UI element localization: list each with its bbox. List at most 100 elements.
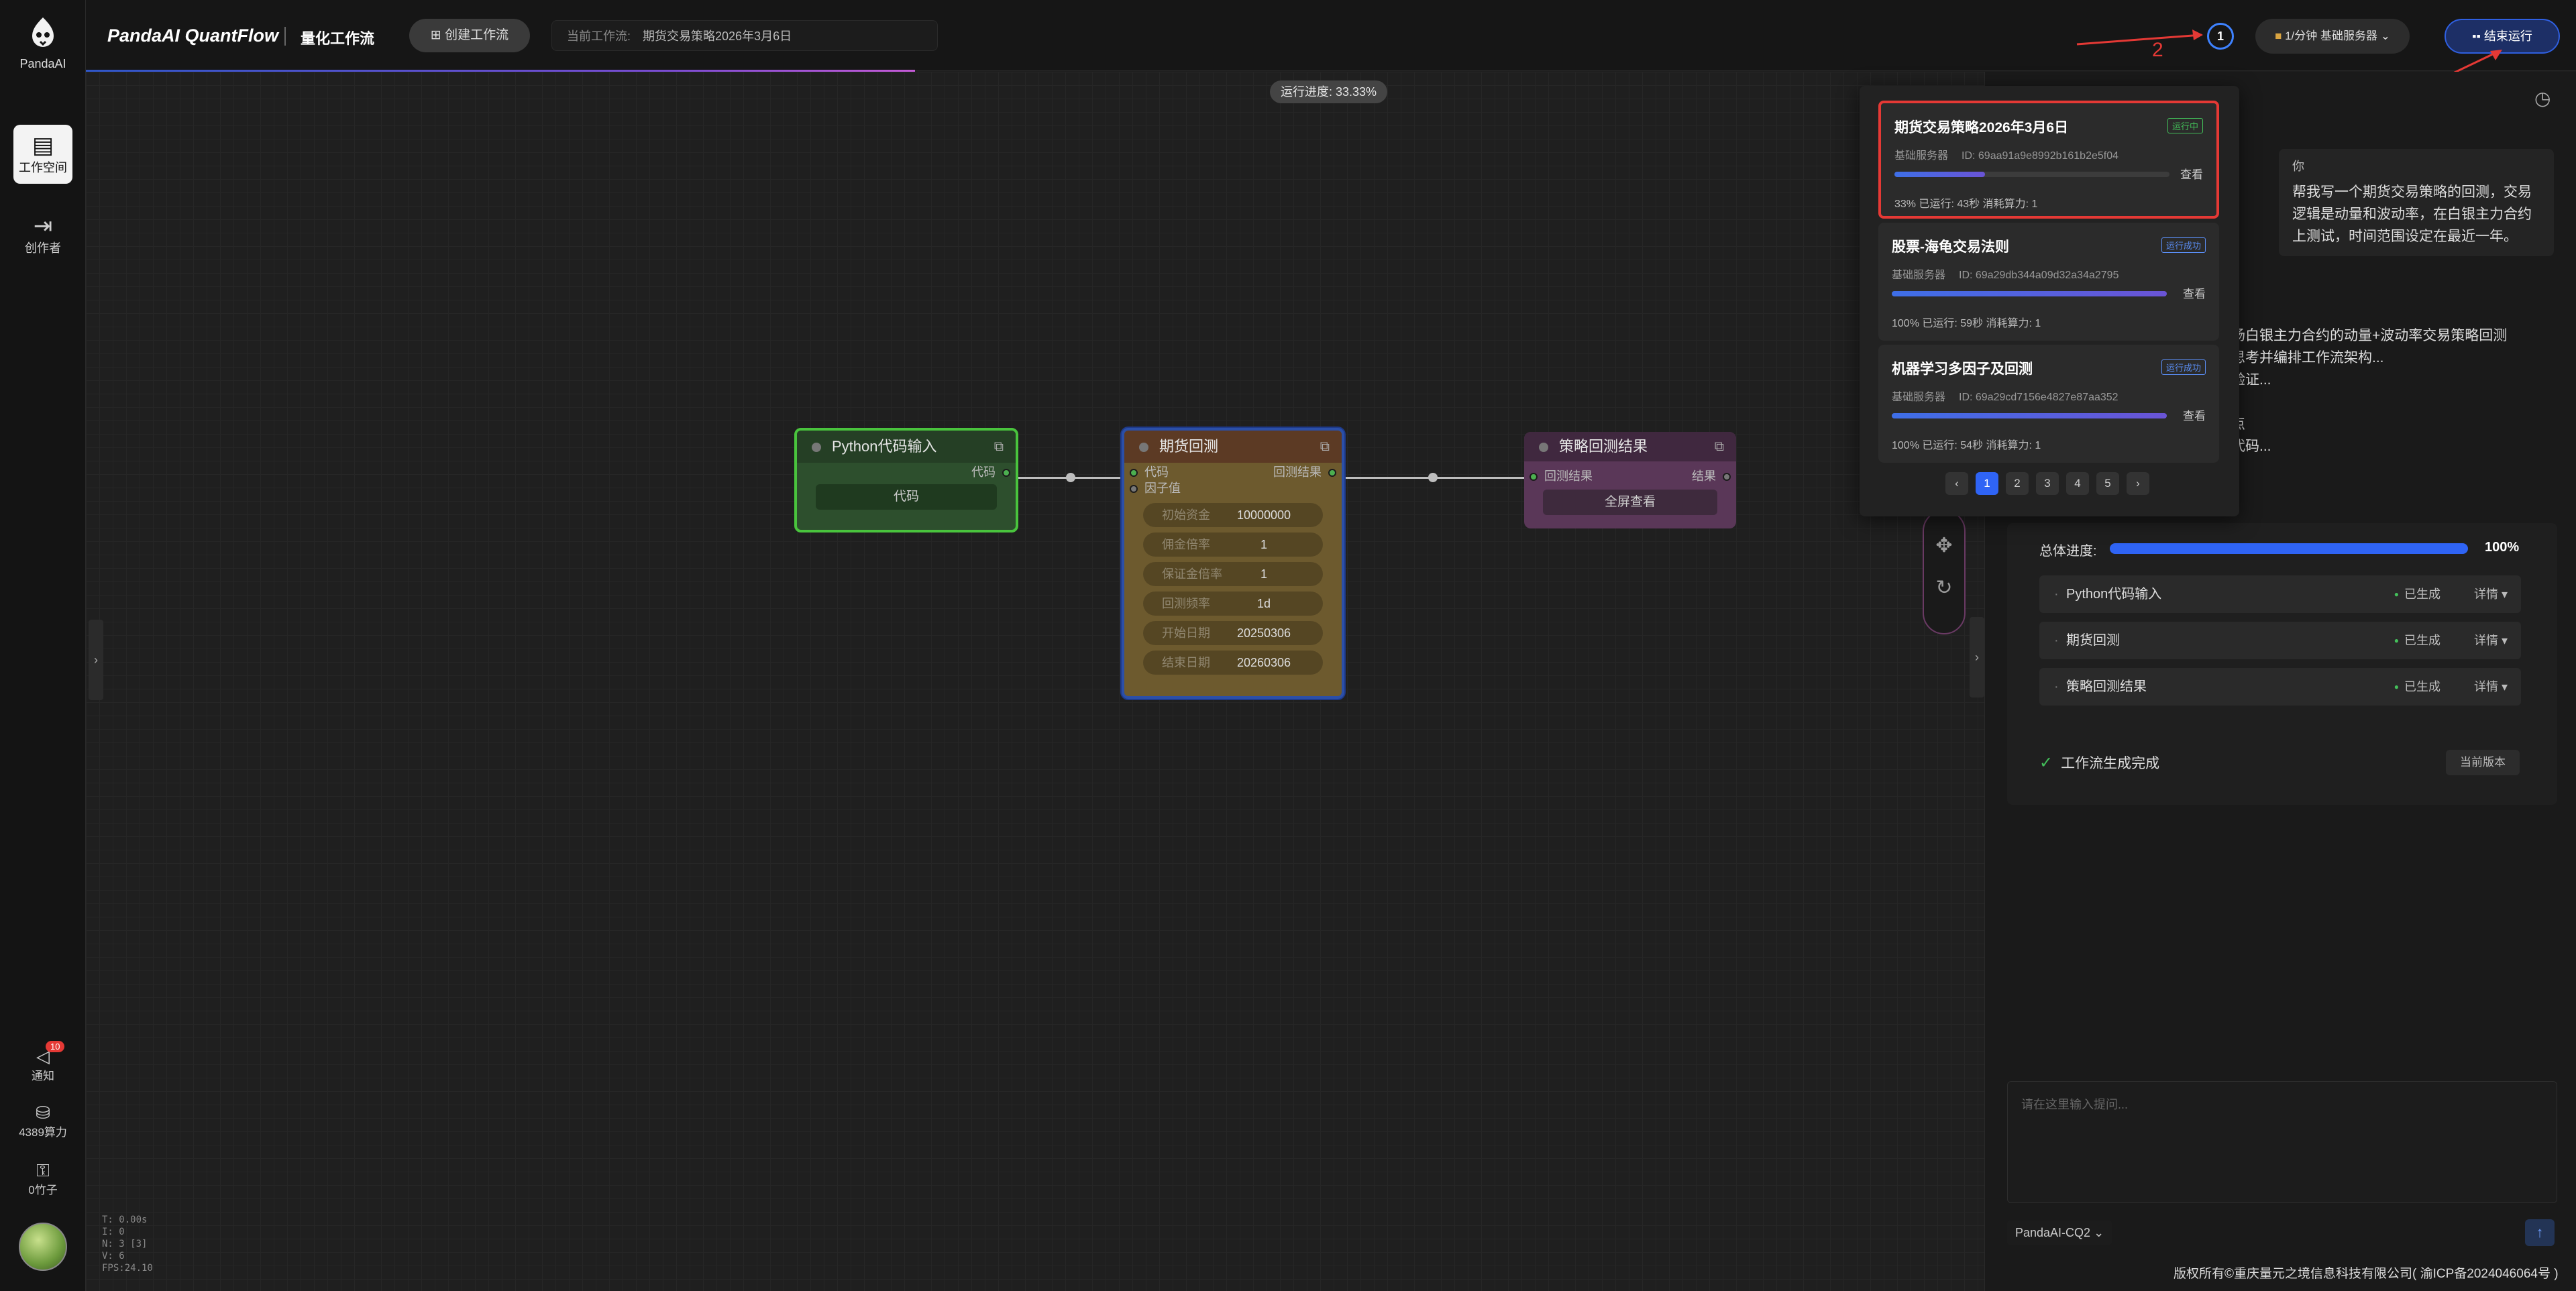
sidebar-item-label: 工作空间 [19, 161, 67, 174]
sidebar-item-compute[interactable]: ⛁ 4389算力 [0, 1103, 86, 1139]
check-icon: ✓ [2039, 754, 2053, 772]
page-button[interactable]: 3 [2036, 472, 2059, 495]
param-field[interactable]: 回测频率 1d [1143, 592, 1323, 616]
output-port[interactable] [1328, 469, 1336, 477]
param-value[interactable]: 1 [1224, 532, 1304, 557]
param-field[interactable]: 结束日期 20260306 [1143, 651, 1323, 675]
task-id: ID: 69a29db344a09d32a34a2795 [1959, 270, 2119, 281]
param-value[interactable]: 1 [1224, 562, 1304, 586]
param-field[interactable]: 初始资金 10000000 [1143, 503, 1323, 527]
overall-progress-value: 100% [2485, 540, 2520, 555]
sidebar-item-workspace[interactable]: ▤ 工作空间 [13, 125, 72, 184]
step-row[interactable]: · 策略回测结果 已生成详情 ▾ [2039, 668, 2521, 706]
next-page-button[interactable]: › [2127, 472, 2149, 495]
model-label: PandaAI-CQ2 [2015, 1226, 2091, 1239]
param-value[interactable]: 20260306 [1224, 651, 1304, 675]
database-icon: ⛁ [36, 1103, 50, 1123]
workflow-canvas[interactable] [86, 72, 1984, 1291]
port-row: 代码 [797, 463, 1016, 482]
logo[interactable]: PandaAI [9, 15, 76, 71]
sidebar-item-notify[interactable]: ◁ 10 通知 [0, 1041, 86, 1083]
page-button[interactable]: 2 [2006, 472, 2029, 495]
input-port-code[interactable] [1130, 469, 1138, 477]
history-icon[interactable]: ◷ [2534, 87, 2551, 109]
param-field[interactable]: 开始日期 20250306 [1143, 621, 1323, 645]
view-button[interactable]: 查看 [2183, 406, 2206, 423]
ai-line [2217, 391, 2566, 413]
task-stats: 100% 已运行: 59秒 消耗算力: 1 [1892, 318, 2041, 329]
task-title: 机器学习多因子及回测 [1892, 361, 2033, 377]
page-button[interactable]: 4 [2066, 472, 2089, 495]
task-server: 基础服务器 [1894, 150, 1949, 162]
prev-page-button[interactable]: ‹ [1945, 472, 1968, 495]
current-version-button[interactable]: 当前版本 [2446, 750, 2520, 775]
current-workflow-field[interactable]: 当前工作流: 期货交易策略2026年3月6日 [551, 20, 938, 51]
task-meta: 基础服务器 ID: 69a29cd7156e4827e87aa352 [1892, 388, 2206, 404]
reroute-point[interactable] [1066, 473, 1075, 482]
create-workflow-button[interactable]: ⊞ 创建工作流 [409, 19, 530, 52]
task-card[interactable]: 股票-海龟交易法则 运行成功 基础服务器 ID: 69a29db344a09d32a3… [1878, 223, 2219, 341]
task-card[interactable]: 期货交易策略2026年3月6日 运行中 基础服务器 ID: 69aa91a9e8992… [1878, 101, 2219, 219]
create-workflow-label: 创建工作流 [445, 28, 509, 42]
end-run-button[interactable]: ▪▪ 结束运行 [2445, 19, 2560, 54]
task-progress-fill [1894, 172, 1986, 177]
edit-icon[interactable]: ⧉ [1320, 431, 1330, 463]
node-header[interactable]: Python代码输入 ⧉ [797, 431, 1016, 463]
edit-icon[interactable]: ⧉ [1715, 432, 1724, 461]
input-port[interactable] [1529, 473, 1538, 481]
node-header[interactable]: 期货回测 ⧉ [1124, 431, 1342, 463]
param-value[interactable]: 1d [1224, 592, 1304, 616]
step-detail-toggle[interactable]: 详情 ▾ [2474, 622, 2508, 659]
send-button[interactable]: ↑ [2525, 1219, 2555, 1246]
sidebar-item-coins[interactable]: ⚿ 0竹子 [0, 1160, 86, 1197]
node-python-input[interactable]: Python代码输入 ⧉ 代码 代码 [794, 428, 1018, 532]
output-port[interactable] [1723, 473, 1731, 481]
server-select[interactable]: ■ 1/分钟 基础服务器 ⌄ [2255, 19, 2410, 54]
right-collapse-toggle[interactable]: › [1970, 617, 1984, 697]
view-button[interactable]: 查看 [2180, 165, 2203, 182]
user-label: 你 [2292, 160, 2304, 173]
step-detail-toggle[interactable]: 详情 ▾ [2474, 668, 2508, 706]
node-header[interactable]: 策略回测结果 ⧉ [1524, 432, 1736, 461]
sidebar-item-creator[interactable]: ⇥ 创作者 [13, 205, 72, 264]
ai-line: 功验证... [2217, 372, 2271, 388]
code-button[interactable]: 代码 [816, 484, 997, 510]
top-bar: PandaAI QuantFlow 量化工作流 ⊞ 创建工作流 当前工作流: 期货… [86, 0, 2576, 71]
chevron-right-icon: › [94, 653, 98, 667]
port-row: 因子值 [1124, 479, 1342, 498]
move-icon[interactable]: ✥ [1924, 511, 1964, 557]
overall-progress-label: 总体进度: [2039, 544, 2097, 559]
param-value[interactable]: 20250306 [1224, 621, 1304, 645]
page-button[interactable]: 1 [1976, 472, 1998, 495]
running-tasks-button[interactable]: 1 [2207, 23, 2234, 50]
param-field[interactable]: 保证金倍率 1 [1143, 562, 1323, 586]
reroute-point[interactable] [1428, 473, 1438, 482]
left-collapse-toggle[interactable]: › [89, 620, 103, 700]
task-card[interactable]: 机器学习多因子及回测 运行成功 基础服务器 ID: 69a29cd7156e4827e… [1878, 345, 2219, 463]
edit-icon[interactable]: ⧉ [994, 431, 1004, 463]
step-row[interactable]: · Python代码输入 已生成详情 ▾ [2039, 575, 2521, 613]
model-select[interactable]: PandaAI-CQ2 ⌄ [2007, 1221, 2112, 1245]
page-button[interactable]: 5 [2096, 472, 2119, 495]
annotation-label-2: 2 [2152, 39, 2163, 61]
step-row[interactable]: · 期货回测 已生成详情 ▾ [2039, 622, 2521, 659]
node-futures-backtest[interactable]: 期货回测 ⧉ 代码 回测结果 因子值 初始资金 10000000 佣金倍率 1 保证金倍… [1122, 428, 1344, 699]
refresh-icon[interactable]: ↻ [1924, 557, 1964, 600]
chat-input[interactable]: 请在这里输入提问... [2007, 1081, 2557, 1203]
input-port-factor[interactable] [1130, 485, 1138, 493]
avatar[interactable] [19, 1223, 67, 1271]
param-field[interactable]: 佣金倍率 1 [1143, 532, 1323, 557]
ai-line: 市场白银主力合约的动量+波动率交易策略回测 [2217, 328, 2508, 343]
current-workflow-label: 当前工作流: [567, 30, 631, 43]
view-button[interactable]: 查看 [2183, 284, 2206, 301]
stat-line: FPS:24.10 [102, 1263, 153, 1274]
copyright: 版权所有©重庆量元之境信息科技有限公司( 渝ICP备2024046064号 ) [2174, 1267, 2559, 1281]
step-detail-toggle[interactable]: 详情 ▾ [2474, 575, 2508, 613]
param-value[interactable]: 10000000 [1224, 503, 1304, 527]
fullscreen-button[interactable]: 全屏查看 [1543, 490, 1717, 515]
ai-line: 井代码... [2217, 439, 2271, 454]
node-strategy-result[interactable]: 策略回测结果 ⧉ 回测结果 结果 全屏查看 [1524, 432, 1736, 528]
output-port[interactable] [1002, 469, 1010, 477]
workspace-icon: ▤ [32, 133, 54, 158]
bamboo-icon: ⚿ [36, 1160, 50, 1180]
